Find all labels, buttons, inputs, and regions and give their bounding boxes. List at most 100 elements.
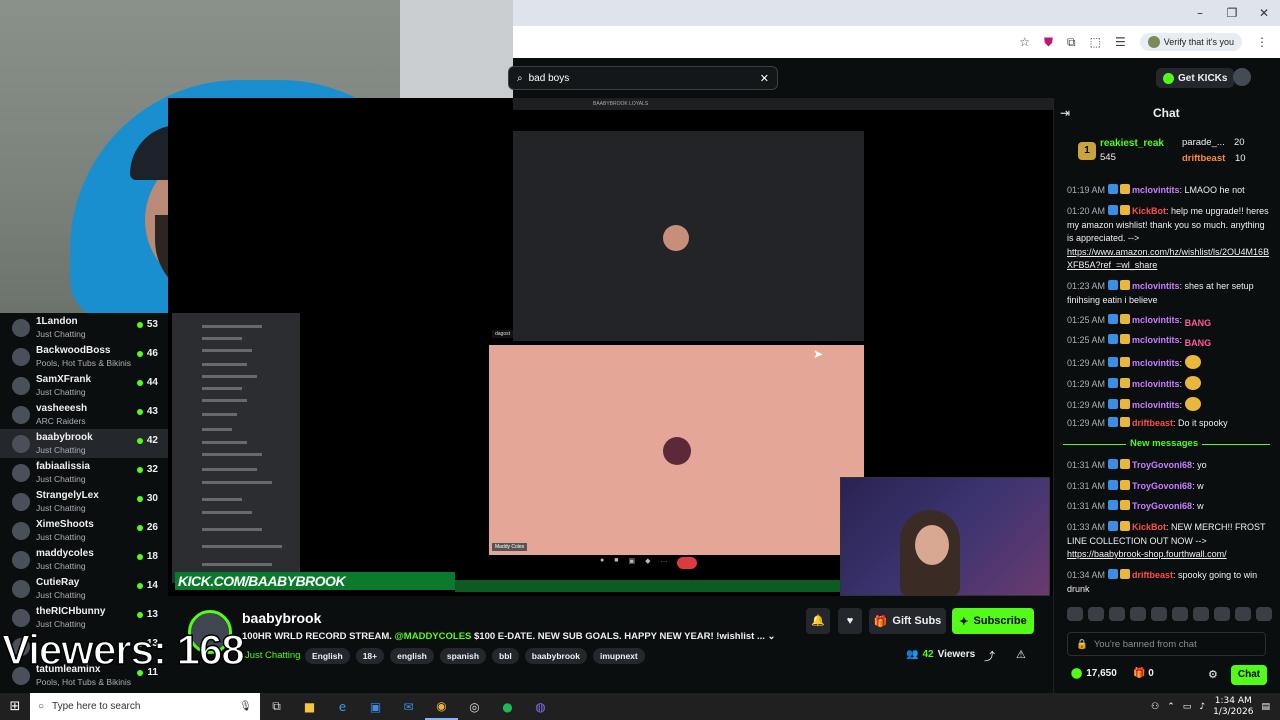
puzzle-icon[interactable]: ⧉ [1067, 35, 1076, 50]
following-item[interactable]: baabybrook Just Chatting 42 [0, 429, 168, 458]
message-timestamp: 01:29 AM [1067, 358, 1106, 368]
chat-username[interactable]: mclovintits [1132, 358, 1180, 368]
media-icon[interactable]: ☰ [1115, 35, 1126, 49]
chat-username[interactable]: TroyGovoni68 [1132, 501, 1192, 511]
following-item[interactable]: maddycoles Just Chatting 18 [0, 545, 168, 574]
following-item[interactable]: SamXFrank Just Chatting 44 [0, 371, 168, 400]
chat-message: 01:29 AM mclovintits: [1067, 376, 1272, 392]
emote-icon[interactable] [1172, 607, 1188, 621]
chat-username[interactable]: mclovintits [1132, 400, 1180, 410]
screenshot-icon[interactable]: ⬚ [1090, 35, 1101, 49]
clock[interactable]: 1:34 AM 1/3/2026 [1213, 696, 1253, 718]
volume-icon[interactable]: ♪ [1199, 702, 1205, 712]
shield-extension-icon[interactable]: ⛊ [1044, 35, 1053, 50]
following-item[interactable]: vasheeesh ARC Raiders 43 [0, 400, 168, 429]
emote-icon[interactable] [1109, 607, 1125, 621]
channel-points[interactable]: ⬤ 17,650 [1071, 668, 1117, 679]
chat-username[interactable]: mclovintits [1132, 379, 1180, 389]
chevron-down-icon[interactable]: ⌄ [768, 631, 776, 642]
tag[interactable]: English [305, 648, 350, 664]
subscribe-button[interactable]: ✦ Subscribe [952, 608, 1034, 634]
network-icon[interactable]: ▭ [1183, 702, 1192, 712]
user-avatar[interactable] [1233, 68, 1251, 86]
badge-icon [1108, 280, 1119, 290]
following-item[interactable]: XimeShoots Just Chatting 26 [0, 516, 168, 545]
emote-icon[interactable] [1088, 607, 1104, 621]
emote-icon[interactable] [1235, 607, 1251, 621]
get-kicks-button[interactable]: Get KICKs [1156, 68, 1235, 88]
chat-username[interactable]: driftbeast [1132, 570, 1173, 580]
edge-icon[interactable]: e [326, 693, 359, 720]
tag[interactable]: 18+ [355, 648, 385, 664]
search-input[interactable]: ⌕ bad boys ✕ [508, 66, 778, 90]
discord-icon[interactable]: ◍ [524, 693, 557, 720]
emote-icon[interactable] [1214, 607, 1230, 621]
tag[interactable]: imupnext [592, 648, 645, 664]
report-icon[interactable]: ⚠ [1016, 648, 1026, 661]
chevron-up-icon[interactable]: ⌃ [1167, 702, 1175, 712]
streamer-name[interactable]: baabybrook [242, 610, 321, 626]
avatar [12, 434, 30, 453]
leaderboard-name[interactable]: driftbeast [1182, 153, 1225, 164]
mail-icon[interactable]: ✉ [392, 693, 425, 720]
store-icon[interactable]: ▣ [359, 693, 392, 720]
verify-button[interactable]: Verify that it's you [1139, 33, 1242, 51]
tag[interactable]: baabybrook [524, 648, 587, 664]
following-item[interactable]: BackwoodBoss Pools, Hot Tubs & Bikinis 46 [0, 342, 168, 371]
leaderboard-name[interactable]: parade_... [1182, 137, 1225, 148]
spotify-icon[interactable]: ● [491, 693, 524, 720]
gift-subs-button[interactable]: 🎁 Gift Subs [869, 608, 946, 634]
following-item[interactable]: fabiaalissia Just Chatting 32 [0, 458, 168, 487]
chat-username[interactable]: TroyGovoni68 [1132, 460, 1192, 470]
share-icon[interactable]: ⤴ [984, 648, 995, 664]
chrome-icon[interactable]: ◉ [425, 693, 458, 720]
chat-link[interactable]: https://www.amazon.com/hz/wishlist/ls/2O… [1067, 247, 1269, 271]
tag[interactable]: english [390, 648, 434, 664]
collapse-chat-icon[interactable]: ⇥ [1060, 106, 1070, 120]
obs-icon[interactable]: ◎ [458, 693, 491, 720]
minimize-icon[interactable]: – [1184, 6, 1216, 20]
chat-send-button[interactable]: Chat [1231, 665, 1267, 685]
tag[interactable]: bbl [492, 648, 519, 664]
chat-username[interactable]: mclovintits [1132, 315, 1180, 325]
leaderboard-name[interactable]: reakiest_reak [1100, 138, 1164, 149]
chat-message: 01:20 AM KickBot: help me upgrade!! heres… [1067, 205, 1272, 273]
following-item[interactable]: CutieRay Just Chatting 14 [0, 574, 168, 603]
chat-username[interactable]: KickBot [1132, 522, 1166, 532]
bell-icon[interactable]: 🔔 [806, 608, 830, 634]
more-menu-icon[interactable]: ⋮ [1256, 35, 1268, 49]
channel-category: Just Chatting [36, 589, 86, 600]
bang-emote-icon: BANG [1184, 338, 1212, 348]
close-icon[interactable]: ✕ [1248, 6, 1280, 20]
emote-icon[interactable] [1193, 607, 1209, 621]
tag[interactable]: spanish [439, 648, 487, 664]
category-link[interactable]: Just Chatting [245, 650, 300, 661]
star-icon[interactable]: ☆ [1019, 35, 1030, 49]
chat-link[interactable]: https://baabybrook-shop.fourthwall.com/ [1067, 549, 1227, 559]
microphone-icon[interactable]: 🎙 [239, 701, 252, 712]
gift-count[interactable]: 🎁 0 [1133, 668, 1154, 679]
emote-icon[interactable] [1067, 607, 1083, 621]
emote-icon[interactable] [1130, 607, 1146, 621]
gear-icon[interactable]: ⚙ [1208, 668, 1218, 681]
file-explorer-icon[interactable]: ■ [293, 693, 326, 720]
restore-icon[interactable]: ❐ [1216, 6, 1248, 20]
taskbar-search-input[interactable]: ○ Type here to search 🎙 [30, 693, 260, 720]
chat-username[interactable]: mclovintits [1132, 281, 1180, 291]
people-icon[interactable]: ⚇ [1151, 702, 1159, 712]
chat-username[interactable]: driftbeast [1132, 418, 1173, 428]
task-view-icon[interactable]: ⧉ [260, 693, 293, 720]
heart-icon[interactable]: ♥ [838, 608, 862, 634]
following-item[interactable]: 1Landon Just Chatting 53 [0, 313, 168, 342]
chat-username[interactable]: KickBot [1132, 206, 1166, 216]
emote-icon[interactable] [1151, 607, 1167, 621]
chat-username[interactable]: mclovintits [1132, 335, 1180, 345]
chat-username[interactable]: mclovintits [1132, 185, 1180, 195]
windows-start-icon[interactable]: ⊞ [0, 693, 30, 720]
notifications-icon[interactable]: ▤ [1261, 702, 1270, 712]
title-mention[interactable]: @MADDYCOLES [395, 631, 472, 642]
chat-username[interactable]: TroyGovoni68 [1132, 481, 1192, 491]
following-item[interactable]: StrangelyLex Just Chatting 30 [0, 487, 168, 516]
close-icon[interactable]: ✕ [760, 72, 769, 85]
emote-icon[interactable] [1256, 607, 1272, 621]
